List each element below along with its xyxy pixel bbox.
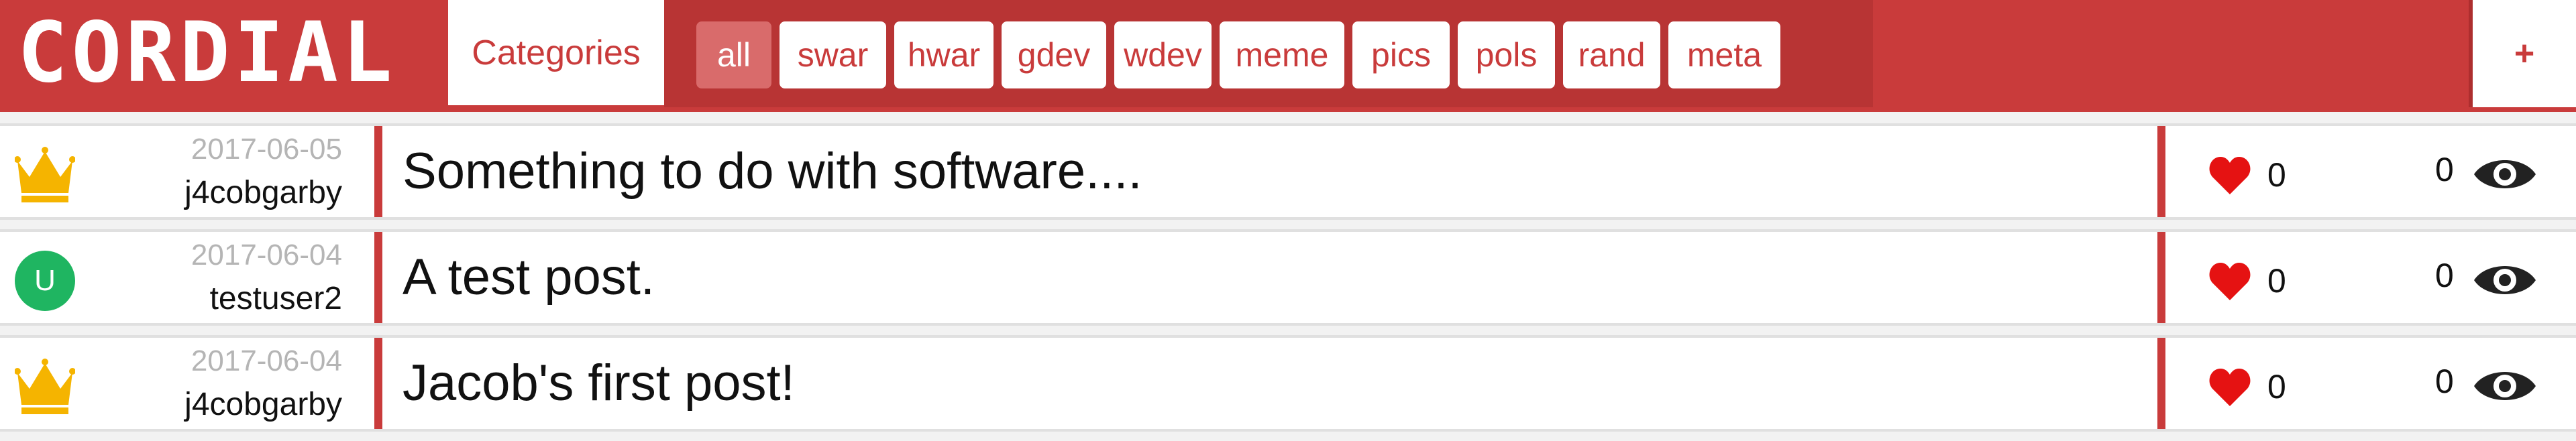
tag-rand[interactable]: rand — [1563, 21, 1660, 88]
post-date: 2017-06-05 — [191, 133, 342, 166]
eye-icon — [2474, 160, 2536, 188]
post-author[interactable]: j4cobgarby — [184, 174, 342, 211]
avatar-letter: U — [15, 251, 75, 311]
categories-button[interactable]: Categories — [448, 0, 664, 105]
like-count: 0 — [2267, 156, 2286, 194]
post-row[interactable]: 2017-06-05 j4cobgarby Something to do wi… — [0, 123, 2576, 220]
like-count: 0 — [2267, 368, 2286, 405]
tag-meme[interactable]: meme — [1220, 21, 1344, 88]
crown-icon — [15, 145, 75, 205]
tag-hwar[interactable]: hwar — [894, 21, 994, 88]
user-avatar: U — [15, 251, 75, 311]
category-tag-strip: all swar hwar gdev wdev meme pics pols r… — [664, 0, 1873, 107]
top-navigation-bar: CORDIAL Categories all swar hwar gdev wd… — [0, 0, 2576, 112]
categories-label: Categories — [472, 33, 641, 72]
tag-pics[interactable]: pics — [1352, 21, 1450, 88]
divider — [2157, 126, 2165, 217]
divider — [374, 232, 382, 323]
tag-gdev[interactable]: gdev — [1002, 21, 1106, 88]
divider — [374, 126, 382, 217]
post-title[interactable]: Something to do with software.... — [402, 142, 1142, 200]
view-count: 0 — [2435, 257, 2454, 294]
post-date: 2017-06-04 — [191, 239, 342, 271]
eye-icon — [2474, 266, 2536, 294]
heart-icon[interactable] — [2208, 367, 2251, 407]
view-count: 0 — [2435, 151, 2454, 188]
tag-all[interactable]: all — [696, 21, 771, 88]
post-title[interactable]: A test post. — [402, 248, 655, 306]
heart-icon[interactable] — [2208, 155, 2251, 196]
tag-pols[interactable]: pols — [1458, 21, 1555, 88]
like-count: 0 — [2267, 262, 2286, 300]
crown-icon — [15, 357, 75, 417]
divider — [2157, 232, 2165, 323]
eye-icon — [2474, 372, 2536, 400]
post-row[interactable]: U 2017-06-04 testuser2 A test post. 0 0 — [0, 229, 2576, 326]
tag-swar[interactable]: swar — [780, 21, 886, 88]
heart-icon[interactable] — [2208, 261, 2251, 302]
divider — [2157, 338, 2165, 429]
divider — [374, 338, 382, 429]
view-count: 0 — [2435, 363, 2454, 400]
tag-meta[interactable]: meta — [1668, 21, 1780, 88]
post-title[interactable]: Jacob's first post! — [402, 354, 795, 412]
logo[interactable]: CORDIAL — [0, 0, 446, 105]
post-author[interactable]: j4cobgarby — [184, 386, 342, 423]
tag-wdev[interactable]: wdev — [1114, 21, 1212, 88]
add-post-button[interactable]: + — [2469, 0, 2576, 107]
logo-text: CORDIAL — [17, 4, 396, 101]
add-label: + — [2514, 34, 2535, 73]
post-date: 2017-06-04 — [191, 344, 342, 377]
post-author[interactable]: testuser2 — [210, 280, 342, 317]
post-row[interactable]: 2017-06-04 j4cobgarby Jacob's first post… — [0, 335, 2576, 432]
